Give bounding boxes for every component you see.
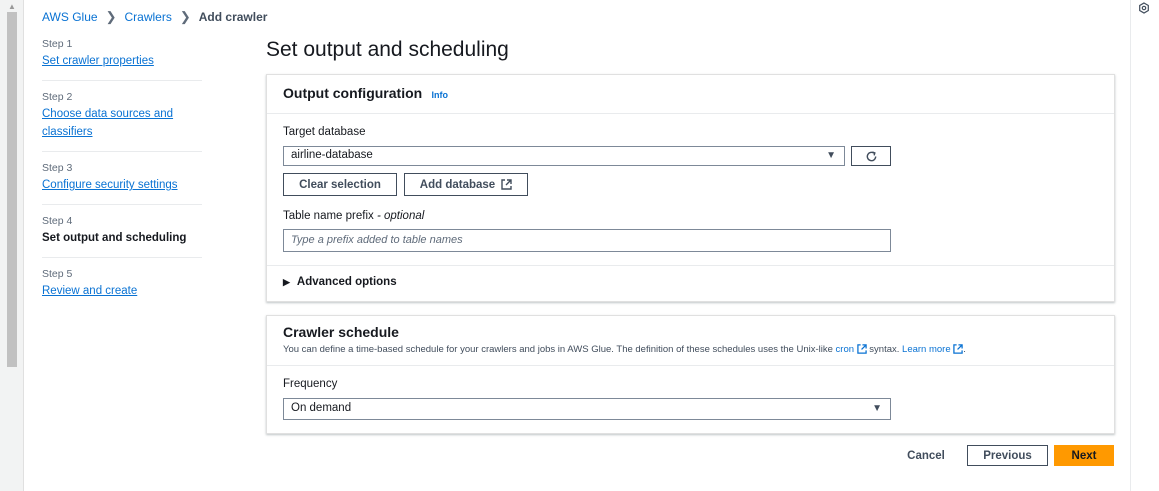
caret-right-icon: ▶: [283, 276, 290, 287]
wizard-step-1: Step 1 Set crawler properties: [42, 38, 202, 81]
right-utility-column: [1130, 0, 1159, 491]
button-label: Cancel: [907, 449, 945, 462]
breadcrumb: AWS Glue ❯ Crawlers ❯ Add crawler: [42, 9, 267, 25]
caret-down-icon: ▼: [872, 403, 882, 414]
target-database-select[interactable]: airline-database ▼: [283, 146, 845, 166]
breadcrumb-aws-glue[interactable]: AWS Glue: [42, 10, 98, 24]
breadcrumb-crawlers[interactable]: Crawlers: [124, 10, 171, 24]
step-link-data-sources[interactable]: Choose data sources and classifiers: [42, 108, 173, 138]
target-database-label: Target database: [283, 126, 366, 138]
step-number: Step 4: [42, 215, 73, 227]
info-link[interactable]: Info: [432, 90, 449, 100]
optional-tag: - optional: [373, 210, 425, 222]
selected-value: airline-database: [291, 149, 373, 161]
panel-title: Output configuration: [283, 85, 423, 101]
learn-more-link[interactable]: Learn more: [902, 344, 951, 355]
description-text-mid: syntax.: [866, 344, 903, 355]
wizard-step-5: Step 5 Review and create: [42, 268, 202, 310]
crawler-schedule-panel: Crawler schedule You can define a time-b…: [266, 315, 1115, 434]
input-placeholder: Type a prefix added to table names: [291, 234, 463, 246]
step-link-security[interactable]: Configure security settings: [42, 179, 178, 191]
button-label: Add database: [419, 178, 496, 191]
external-link-icon: [953, 344, 964, 354]
advanced-options-toggle[interactable]: ▶ Advanced options: [283, 276, 397, 288]
scrollbar-thumb[interactable]: [7, 12, 17, 367]
wizard-step-4: Step 4 Set output and scheduling: [42, 215, 202, 258]
wizard-step-2: Step 2 Choose data sources and classifie…: [42, 91, 202, 152]
table-prefix-input[interactable]: Type a prefix added to table names: [283, 229, 891, 252]
divider: [267, 265, 1114, 266]
expander-label: Advanced options: [296, 276, 397, 288]
panel-header: Output configuration Info: [267, 75, 1114, 114]
refresh-icon: [866, 150, 876, 161]
refresh-button[interactable]: [851, 146, 891, 166]
step-number: Step 1: [42, 38, 73, 50]
add-database-button[interactable]: Add database: [404, 173, 528, 196]
clear-selection-button[interactable]: Clear selection: [283, 173, 397, 196]
button-label: Previous: [983, 449, 1032, 462]
description-text-end: .: [963, 344, 966, 355]
description-text: You can define a time-based schedule for…: [283, 344, 836, 355]
external-link-icon: [856, 344, 867, 354]
step-number: Step 3: [42, 162, 73, 174]
cancel-button[interactable]: Cancel: [896, 445, 956, 466]
settings-icon[interactable]: [1138, 2, 1150, 14]
frequency-select[interactable]: On demand ▼: [283, 398, 891, 420]
previous-button[interactable]: Previous: [967, 445, 1048, 466]
selected-value: On demand: [291, 402, 352, 414]
breadcrumb-current: Add crawler: [198, 10, 268, 24]
cron-link[interactable]: cron: [836, 344, 854, 355]
panel-header: Crawler schedule: [267, 316, 1114, 366]
panel-title: Crawler schedule: [283, 324, 399, 340]
scroll-up-icon[interactable]: ▲: [8, 2, 16, 11]
chevron-right-icon: ❯: [179, 9, 191, 24]
wizard-step-3: Step 3 Configure security settings: [42, 162, 202, 205]
prefix-label-text: Table name prefix: [283, 210, 374, 222]
button-label: Next: [1071, 449, 1097, 462]
output-configuration-panel: Output configuration Info Target databas…: [266, 74, 1115, 302]
frequency-label: Frequency: [283, 378, 338, 390]
wizard-steps: Step 1 Set crawler properties Step 2 Cho…: [42, 38, 202, 320]
step-link-review[interactable]: Review and create: [42, 285, 137, 297]
step-link-crawler-properties[interactable]: Set crawler properties: [42, 55, 154, 67]
page-title: Set output and scheduling: [266, 38, 509, 61]
schedule-description: You can define a time-based schedule for…: [283, 344, 966, 355]
caret-down-icon: ▼: [826, 150, 836, 161]
step-number: Step 2: [42, 91, 73, 103]
step-number: Step 5: [42, 268, 73, 280]
button-label: Clear selection: [299, 178, 381, 191]
next-button[interactable]: Next: [1054, 445, 1114, 466]
external-link-icon: [501, 179, 512, 190]
step-current-output: Set output and scheduling: [42, 232, 187, 244]
page-scrollbar[interactable]: ▲: [0, 0, 24, 491]
chevron-right-icon: ❯: [105, 9, 117, 24]
table-prefix-label: Table name prefix - optional: [283, 210, 424, 222]
